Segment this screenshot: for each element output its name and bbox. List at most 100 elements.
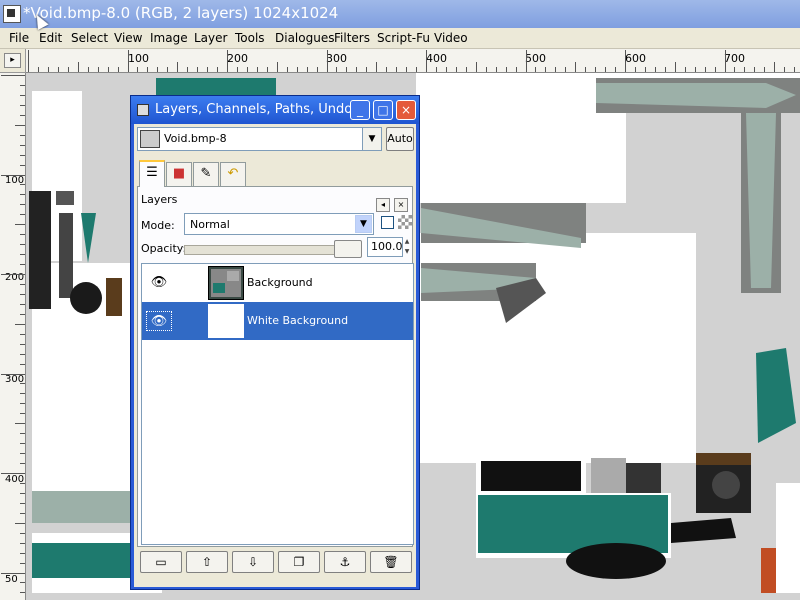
ruler-tick bbox=[794, 67, 796, 72]
ruler-tick bbox=[634, 67, 636, 72]
ruler-tick bbox=[20, 343, 25, 345]
quick-mask-button[interactable]: ▸ bbox=[4, 53, 21, 68]
new-layer-icon[interactable]: ▭ bbox=[140, 551, 182, 573]
delete-layer-icon[interactable]: 🗑 bbox=[370, 551, 412, 573]
minimize-button[interactable]: _ bbox=[350, 100, 370, 120]
dock-tabs: ☰ ■ ✎ ↶ bbox=[137, 160, 413, 187]
ruler-tick bbox=[416, 67, 418, 72]
ruler-tick bbox=[47, 67, 49, 72]
ruler-tick bbox=[20, 313, 25, 315]
eye-icon[interactable]: 👁 bbox=[146, 273, 172, 293]
horizontal-ruler[interactable]: 100 200 300 400 500 600 700 bbox=[26, 49, 800, 73]
layer-name: Background bbox=[247, 276, 313, 289]
paths-tab-icon[interactable]: ✎ bbox=[193, 162, 219, 186]
channels-tab-icon[interactable]: ■ bbox=[166, 162, 192, 186]
opacity-slider-handle[interactable] bbox=[334, 240, 362, 258]
image-selector-label: Void.bmp-8 bbox=[164, 132, 227, 145]
ruler-tick bbox=[20, 283, 25, 285]
menu-view[interactable]: View bbox=[114, 31, 142, 45]
opacity-input[interactable]: 100.0 bbox=[367, 237, 403, 257]
layer-row-white-background[interactable]: 👁 White Background bbox=[142, 302, 413, 340]
keep-transparency-checkbox[interactable] bbox=[381, 216, 394, 229]
ruler-label-v500: 50 bbox=[5, 574, 18, 585]
auto-button[interactable]: Auto bbox=[386, 127, 414, 151]
menu-edit[interactable]: Edit bbox=[39, 31, 62, 45]
dialog-title-bar[interactable]: Layers, Channels, Paths, Undo _ □ × bbox=[131, 96, 419, 124]
layer-thumbnail bbox=[208, 304, 244, 338]
close-button[interactable]: × bbox=[396, 100, 416, 120]
ruler-tick bbox=[20, 303, 25, 305]
maximize-button[interactable]: □ bbox=[373, 100, 393, 120]
layers-tab-icon[interactable]: ☰ bbox=[139, 160, 165, 187]
ruler-tick bbox=[555, 67, 557, 72]
ruler-tick bbox=[127, 50, 129, 72]
menu-image[interactable]: Image bbox=[150, 31, 188, 45]
raise-layer-icon[interactable]: ⇧ bbox=[186, 551, 228, 573]
menu-filters[interactable]: Filters bbox=[334, 31, 370, 45]
ruler-tick bbox=[644, 67, 646, 72]
eye-icon[interactable]: 👁 bbox=[146, 311, 172, 331]
menu-dialogues[interactable]: Dialogues bbox=[275, 31, 334, 45]
menu-layer[interactable]: Layer bbox=[194, 31, 227, 45]
ruler-tick bbox=[97, 67, 99, 72]
mode-select[interactable]: Normal ▼ bbox=[184, 213, 374, 235]
ruler-tick bbox=[386, 67, 388, 72]
ruler-label-500: 500 bbox=[525, 52, 546, 65]
ruler-tick bbox=[336, 67, 338, 72]
ruler-tick bbox=[1, 373, 25, 375]
ruler-tick bbox=[20, 582, 25, 584]
image-selector[interactable]: Void.bmp-8 ▼ bbox=[137, 127, 382, 151]
ruler-tick bbox=[306, 67, 308, 72]
ruler-tick bbox=[20, 542, 25, 544]
ruler-tick bbox=[286, 67, 288, 72]
ruler-label-200: 200 bbox=[227, 52, 248, 65]
opacity-spinner[interactable]: ▲ ▼ bbox=[403, 237, 411, 257]
menu-tools[interactable]: Tools bbox=[235, 31, 265, 45]
ruler-tick bbox=[20, 194, 25, 196]
ruler-tick bbox=[256, 67, 258, 72]
layers-dialog: Layers, Channels, Paths, Undo _ □ × Void… bbox=[130, 95, 420, 590]
menu-video[interactable]: Video bbox=[434, 31, 468, 45]
vertical-ruler[interactable]: 100 200 300 400 50 bbox=[0, 73, 26, 600]
ruler-tick bbox=[20, 353, 25, 355]
duplicate-layer-icon[interactable]: ❐ bbox=[278, 551, 320, 573]
chevron-down-icon[interactable]: ▼ bbox=[355, 215, 372, 233]
undo-tab-icon[interactable]: ↶ bbox=[220, 162, 246, 186]
transparency-checker-icon bbox=[398, 215, 412, 229]
menu-select[interactable]: Select bbox=[71, 31, 108, 45]
ruler-tick bbox=[147, 67, 149, 72]
menu-file[interactable]: File bbox=[9, 31, 29, 45]
panel-close-icon[interactable]: × bbox=[394, 198, 408, 212]
lower-layer-icon[interactable]: ⇩ bbox=[232, 551, 274, 573]
ruler-tick bbox=[20, 244, 25, 246]
ruler-tick bbox=[1, 75, 25, 76]
ruler-tick bbox=[276, 62, 278, 72]
ruler-tick bbox=[734, 67, 736, 72]
ruler-label-v300: 300 bbox=[5, 374, 25, 385]
ruler-tick bbox=[137, 67, 139, 72]
ruler-tick bbox=[704, 67, 706, 72]
ruler-tick bbox=[615, 67, 617, 72]
ruler-tick bbox=[784, 67, 786, 72]
ruler-tick bbox=[20, 154, 25, 156]
ruler-tick bbox=[20, 114, 25, 116]
ruler-tick bbox=[227, 50, 228, 72]
panel-menu-icon[interactable]: ◂ bbox=[376, 198, 390, 212]
ruler-tick bbox=[20, 552, 25, 554]
layer-row-background[interactable]: 👁 Background bbox=[142, 264, 413, 302]
ruler-tick bbox=[455, 67, 457, 72]
ruler-tick bbox=[1, 473, 25, 474]
ruler-tick bbox=[187, 67, 189, 72]
ruler-tick bbox=[20, 234, 25, 236]
ruler-tick bbox=[87, 67, 89, 72]
dialog-title: Layers, Channels, Paths, Undo bbox=[155, 102, 353, 117]
chevron-down-icon[interactable]: ▼ bbox=[362, 128, 381, 150]
ruler-tick bbox=[346, 67, 348, 72]
anchor-layer-icon[interactable]: ⚓ bbox=[324, 551, 366, 573]
ruler-tick bbox=[20, 512, 25, 514]
ruler-tick bbox=[197, 67, 199, 72]
main-title-bar[interactable]: *Void.bmp-8.0 (RGB, 2 layers) 1024x1024 bbox=[0, 0, 800, 28]
ruler-tick bbox=[20, 164, 25, 166]
ruler-tick bbox=[20, 134, 25, 136]
menu-script-fu[interactable]: Script-Fu bbox=[377, 31, 430, 45]
